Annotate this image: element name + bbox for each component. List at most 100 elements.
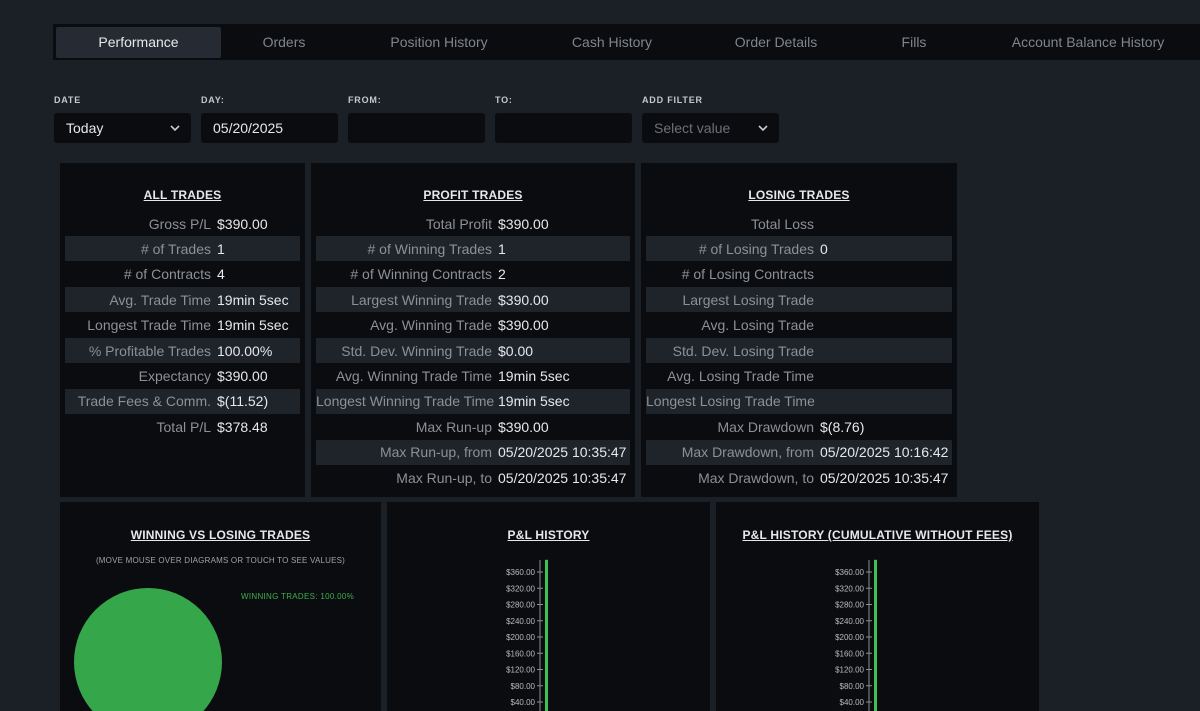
losing-trades-row-label: Max Drawdown, from [681,444,814,461]
to-input[interactable] [495,113,632,143]
losing-trades-row: Avg. Losing Trade [646,313,952,338]
pl-cumulative-tick-label: $80.00 [840,682,865,691]
all-trades-row-value: $(11.52) [217,393,269,410]
profit-trades-row: Total Profit $390.00 [316,211,630,236]
all-trades-row-label: Longest Trade Time [87,317,211,334]
losing-trades-row-label: Std. Dev. Losing Trade [672,342,814,359]
all-trades-row: # of Trades 1 [65,236,300,262]
all-trades-row-label: Expectancy [138,367,211,384]
tab-account-balance-history[interactable]: Account Balance History [969,27,1200,58]
losing-trades-row-label: Avg. Losing Trade [701,317,814,334]
pie-chart[interactable] [60,502,381,711]
all-trades-row-label: # of Trades [140,240,211,257]
losing-trades-row-label: Max Drawdown [717,418,814,435]
pl-history-tick-label: $280.00 [506,601,535,610]
date-select[interactable]: Today [54,113,191,143]
pl-cumulative-tick-label: $320.00 [835,584,864,593]
day-label: DAY: [201,95,225,105]
losing-trades-title: LOSING TRADES [748,188,850,202]
pl-cumulative-tick-label: $160.00 [835,649,864,658]
all-trades-row: % Profitable Trades 100.00% [65,338,300,363]
profit-trades-row-value: $390.00 [498,291,549,308]
chevron-down-icon [170,125,180,132]
all-trades-row-label: Total P/L [156,418,211,435]
profit-trades-title: PROFIT TRADES [423,188,523,202]
pl-history-tick-label: $40.00 [511,698,536,707]
add-filter-placeholder: Select value [654,120,731,136]
tab-cash-history[interactable]: Cash History [531,27,693,58]
tab-performance[interactable]: Performance [56,26,221,58]
all-trades-row-label: Trade Fees & Comm. [77,393,211,410]
pl-history-tick-label: $80.00 [511,682,536,691]
tab-orders[interactable]: Orders [221,27,347,58]
profit-trades-row: Std. Dev. Winning Trade $0.00 [316,338,630,363]
profit-trades-row-label: Avg. Winning Trade [370,317,492,334]
profit-trades-row-label: Std. Dev. Winning Trade [341,342,492,359]
pl-cumulative-tick-label: $280.00 [835,601,864,610]
pl-history-tick-label: $320.00 [506,584,535,593]
all-trades-row: Avg. Trade Time 19min 5sec [65,287,300,313]
losing-trades-row: Longest Losing Trade Time [646,388,952,414]
losing-trades-row-label: Largest Losing Trade [682,291,814,308]
date-select-value: Today [66,120,104,136]
pl-cumulative-tick-label: $120.00 [835,666,864,675]
tab-fills[interactable]: Fills [859,27,969,58]
profit-trades-row-value: $390.00 [498,317,549,334]
profit-trades-row-value: 19min 5sec [498,367,570,384]
tab-order-details[interactable]: Order Details [693,27,859,58]
losing-trades-row: Total Loss [646,211,952,236]
profit-trades-row: # of Winning Trades 1 [316,236,630,262]
losing-trades-row-label: # of Losing Contracts [681,266,814,283]
pl-history-chart[interactable]: $360.00 $320.00 $280.00 $240.00 $200.00 $160.… [387,502,710,711]
pl-history-panel: P&L HISTORY $360.00 $320.00 $280.00 $240.00… [387,502,710,711]
pl-history-tick-label: $200.00 [506,633,535,642]
all-trades-row-label: # of Contracts [123,266,211,283]
profit-trades-row-value: 2 [498,266,506,283]
pl-cumulative-bar[interactable] [874,559,877,711]
pl-cumulative-tick-label: $360.00 [835,568,864,577]
profit-trades-row: Largest Winning Trade $390.00 [316,287,630,313]
all-trades-row-value: $390.00 [217,367,268,384]
profit-trades-row-label: Largest Winning Trade [351,291,492,308]
all-trades-row-value: 1 [217,240,225,257]
losing-trades-row: Avg. Losing Trade Time [646,363,952,388]
profit-trades-row: # of Winning Contracts 2 [316,262,630,287]
add-filter-label: ADD FILTER [642,95,703,105]
losing-trades-row-value: 05/20/2025 10:35:47 [820,469,949,486]
chevron-down-icon [758,125,768,132]
win-loss-panel: WINNING VS LOSING TRADES (MOVE MOUSE OVE… [60,502,381,711]
profit-trades-row: Avg. Winning Trade Time 19min 5sec [316,363,630,388]
profit-trades-row: Max Run-up, to 05/20/2025 10:35:47 [316,465,630,490]
losing-trades-row: Std. Dev. Losing Trade [646,338,952,363]
profit-trades-row: Avg. Winning Trade $390.00 [316,313,630,338]
all-trades-row: # of Contracts 4 [65,262,300,287]
pl-history-tick-label: $120.00 [506,666,535,675]
profit-trades-row-label: Max Run-up, from [379,444,492,461]
all-trades-row-value: 100.00% [217,342,273,359]
pl-history-bar[interactable] [545,559,548,711]
losing-trades-row: Max Drawdown, to 05/20/2025 10:35:47 [646,465,952,490]
all-trades-row-label: Gross P/L [148,215,211,232]
add-filter-select[interactable]: Select value [642,113,779,143]
pl-cumulative-tick-label: $200.00 [835,633,864,642]
profit-trades-row-value: $390.00 [498,215,549,232]
all-trades-row: Gross P/L $390.00 [65,211,300,236]
day-input[interactable]: 05/20/2025 [201,113,338,143]
profit-trades-row-value: 05/20/2025 10:35:47 [498,469,627,486]
profit-trades-row: Max Run-up, from 05/20/2025 10:35:47 [316,439,630,465]
all-trades-row: Total P/L $378.48 [65,414,300,439]
losing-trades-row-value: 05/20/2025 10:16:42 [820,444,949,461]
tab-position-history[interactable]: Position History [347,27,531,58]
tab-bar: Performance Orders Position History Cash… [53,24,1200,60]
all-trades-panel: ALL TRADES Gross P/L $390.00 # of Trades 1 #… [60,163,305,497]
all-trades-row-value: 19min 5sec [217,317,289,334]
profit-trades-panel: PROFIT TRADES Total Profit $390.00 # of Wi… [311,163,635,497]
losing-trades-row: # of Losing Contracts [646,262,952,287]
from-input[interactable] [348,113,485,143]
all-trades-row: Longest Trade Time 19min 5sec [65,313,300,338]
pie-slice-winning[interactable] [74,588,222,711]
date-label: DATE [54,95,82,105]
pl-cumulative-chart[interactable]: $360.00 $320.00 $280.00 $240.00 $200.00 $160.… [716,502,1039,711]
profit-trades-row-label: Max Run-up [415,418,492,435]
all-trades-row-value: $390.00 [217,215,268,232]
